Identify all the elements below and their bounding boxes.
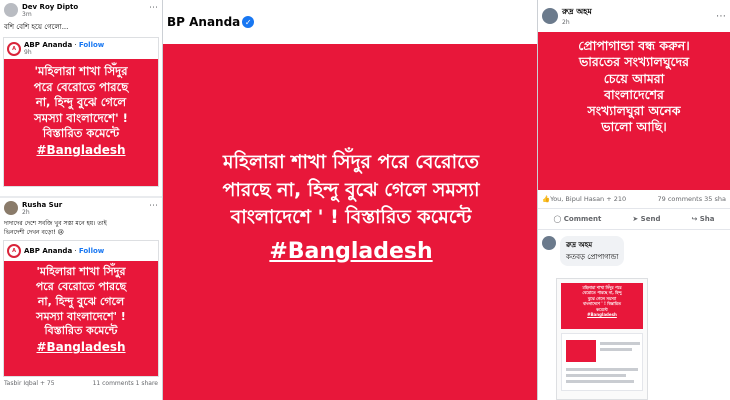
abp-logo-icon: A	[7, 41, 21, 56]
thumbnail-red-block	[566, 340, 596, 362]
hashtag: #Bangladesh	[269, 238, 433, 264]
commenter-name[interactable]: Dev Roy Dipto	[22, 3, 78, 11]
post-line: ভালো আছি।	[601, 119, 667, 135]
post-line: সমস্যা বাংলাদেশে' !	[34, 110, 128, 125]
comments-shares-count[interactable]: 11 comments 1 share	[93, 380, 158, 387]
post-line: সমস্যা বাংলাদেশে' !	[36, 309, 126, 323]
abp-logo-icon: A	[7, 244, 21, 258]
send-button[interactable]: ➤ Send	[632, 215, 660, 223]
avatar[interactable]	[542, 8, 558, 24]
post-line: না, হিন্দু বুঝে গেলে	[37, 294, 125, 308]
left-bottom-post: Rusha Sur 2h ⋯ দাদাদের দেশে সবজি খুব সস্…	[0, 198, 162, 400]
reactions-row[interactable]: 👍You, Bipul Hasan + 210	[542, 195, 626, 203]
post-line: না, হিন্দু বুঝে গেলে	[35, 95, 127, 110]
thumbnail-placeholder-line	[566, 380, 634, 383]
post-image[interactable]: প্রোপাগান্ডা বন্ধ করুন। ভারতের সংখ্যালঘু…	[538, 32, 730, 190]
avatar[interactable]	[4, 201, 18, 215]
post-image[interactable]: 'মহিলারা শাখা সিঁদুর পরে বেরোতে পারছে না…	[4, 59, 158, 186]
post-line: বিস্তারিত কমেন্টে	[42, 126, 120, 141]
post-line: ভারতের সংখ্যালঘুদের	[578, 54, 690, 70]
reactions-count[interactable]: Tasbir Iqbal + 75	[4, 380, 55, 387]
send-icon: ➤	[632, 215, 639, 223]
page-header: A ABP Ananda · Follow	[4, 241, 158, 261]
post-line: মহিলারা শাখা সিঁদুর পরে বেরোতে	[223, 151, 479, 173]
shared-post[interactable]: A ABP Ananda · Follow 9h 'মহিলারা শাখা স…	[3, 37, 159, 187]
post-stats: 👍You, Bipul Hasan + 210 79 comments 35 s…	[538, 190, 730, 209]
thumbnail-placeholder-line	[566, 374, 626, 377]
more-options-icon[interactable]: ⋯	[716, 11, 726, 22]
share-icon: ↪	[691, 215, 698, 223]
comment-line: ভিনদেশী দেখন বড়ো! 😢	[4, 229, 64, 236]
commenter-name[interactable]: Rusha Sur	[22, 201, 62, 209]
comment-label: Comment	[563, 215, 602, 223]
share-label: Sha	[699, 215, 715, 223]
send-label: Send	[640, 215, 661, 223]
shared-post[interactable]: A ABP Ananda · Follow 'মহিলারা শাখা সিঁদ…	[3, 240, 159, 377]
post-stats: Tasbir Iqbal + 75 11 comments 1 share	[0, 377, 162, 390]
comment-attachment[interactable]: মহিলারা শাখা সিঁদুর পরে বেরোতে পারছে না,…	[556, 278, 648, 400]
post-line: বাংলাদেশের	[604, 86, 664, 102]
thumbnail-placeholder-line	[600, 348, 632, 351]
reply-comment: রুদ্র অহম কতবড় প্রোপাগান্ডা	[538, 230, 730, 272]
post-line: চেয়ে আমরা	[603, 70, 665, 86]
verified-badge-icon: ✓	[242, 16, 255, 28]
page-header: BP Ananda ✓	[163, 0, 537, 44]
post-time: 2h	[562, 19, 570, 26]
post-line: বাংলাদেশে ' ! বিস্তারিত কমেন্টে	[230, 206, 472, 229]
comment-text: দাদাদের দেশে সবজি খুব সস্তা মনে হয়। তাই…	[0, 219, 162, 240]
avatar[interactable]	[542, 236, 556, 250]
thumb-hashtag: #Bangladesh	[587, 311, 617, 317]
comment-text: কতবড় প্রোপাগান্ডা	[566, 253, 619, 261]
comment-time: 2h	[22, 209, 30, 216]
comment-header: Dev Roy Dipto 3m ⋯	[0, 0, 162, 21]
post-image[interactable]: মহিলারা শাখা সিঁদুর পরে বেরোতে পারছে না,…	[163, 44, 537, 400]
post-image[interactable]: 'মহিলারা শাখা সিঁদুর পরে বেরোতে পারছে না…	[4, 261, 158, 376]
thumbnail-comment-list	[561, 333, 643, 391]
more-options-icon[interactable]: ⋯	[149, 3, 158, 13]
comment-header: Rusha Sur 2h ⋯	[0, 198, 162, 219]
post-line: 'মহিলারা শাখা সিঁদুর	[36, 265, 126, 278]
left-top-post: Dev Roy Dipto 3m ⋯ বশি বেশি হয়ে গেলো...…	[0, 0, 162, 196]
follow-button[interactable]: Follow	[79, 247, 104, 255]
hashtag: #Bangladesh	[36, 142, 126, 157]
action-bar: ◯ Comment ➤ Send ↪ Sha	[538, 209, 730, 230]
page-name[interactable]: BP Ananda	[167, 15, 240, 29]
page-header: A ABP Ananda · Follow 9h	[4, 38, 158, 59]
share-button[interactable]: ↪ Sha	[691, 215, 714, 223]
post-line: পরে বেরোতে পারছে	[35, 279, 127, 293]
avatar[interactable]	[4, 3, 18, 17]
commenter-name[interactable]: রুদ্র অহম	[566, 239, 618, 251]
comments-count[interactable]: 79 comments	[657, 195, 702, 203]
thumbnail-placeholder-line	[600, 342, 640, 345]
post-header: রুদ্র অহম 2h ⋯	[538, 0, 730, 32]
comment-time: 3m	[22, 11, 32, 18]
comment-button[interactable]: ◯ Comment	[553, 215, 601, 223]
shares-count[interactable]: 35 sha	[704, 195, 726, 203]
comment-text: বশি বেশি হয়ে গেলো...	[4, 23, 69, 31]
thumbnail-post-image: মহিলারা শাখা সিঁদুর পরে বেরোতে পারছে না,…	[561, 283, 643, 329]
page-name[interactable]: ABP Ananda	[24, 41, 72, 49]
like-reaction-icon: 👍	[542, 195, 551, 203]
post-line: পারছে না, হিন্দু বুঝে গেলে সমস্যা	[222, 178, 480, 201]
counts: 79 comments 35 sha	[657, 195, 726, 203]
thumbnail-placeholder-line	[566, 368, 638, 371]
post-line: পরে বেরোতে পারছে	[33, 79, 129, 94]
post-line: সংখ্যালঘুরা অনেক	[587, 103, 681, 118]
follow-button[interactable]: Follow	[79, 41, 104, 49]
right-post: রুদ্র অহম 2h ⋯ প্রোপাগান্ডা বন্ধ করুন। ভ…	[538, 0, 730, 400]
hashtag: #Bangladesh	[36, 340, 126, 355]
page-name[interactable]: ABP Ananda	[24, 247, 72, 255]
comment-icon: ◯	[553, 215, 562, 223]
post-time: 9h	[24, 49, 32, 56]
post-line: 'মহিলারা শাখা সিঁদুর	[34, 64, 128, 78]
comment-bubble: রুদ্র অহম কতবড় প্রোপাগান্ডা	[560, 236, 625, 266]
reactions-count: You, Bipul Hasan + 210	[550, 195, 627, 203]
poster-name[interactable]: রুদ্র অহম	[562, 6, 592, 19]
more-options-icon[interactable]: ⋯	[149, 201, 158, 211]
center-post: BP Ananda ✓ মহিলারা শাখা সিঁদুর পরে বেরো…	[162, 0, 538, 400]
comment-line: দাদাদের দেশে সবজি খুব সস্তা মনে হয়। তাই	[4, 220, 107, 227]
post-line: প্রোপাগান্ডা বন্ধ করুন।	[578, 38, 690, 53]
post-line: বিস্তারিত কমেন্টে	[44, 324, 118, 338]
